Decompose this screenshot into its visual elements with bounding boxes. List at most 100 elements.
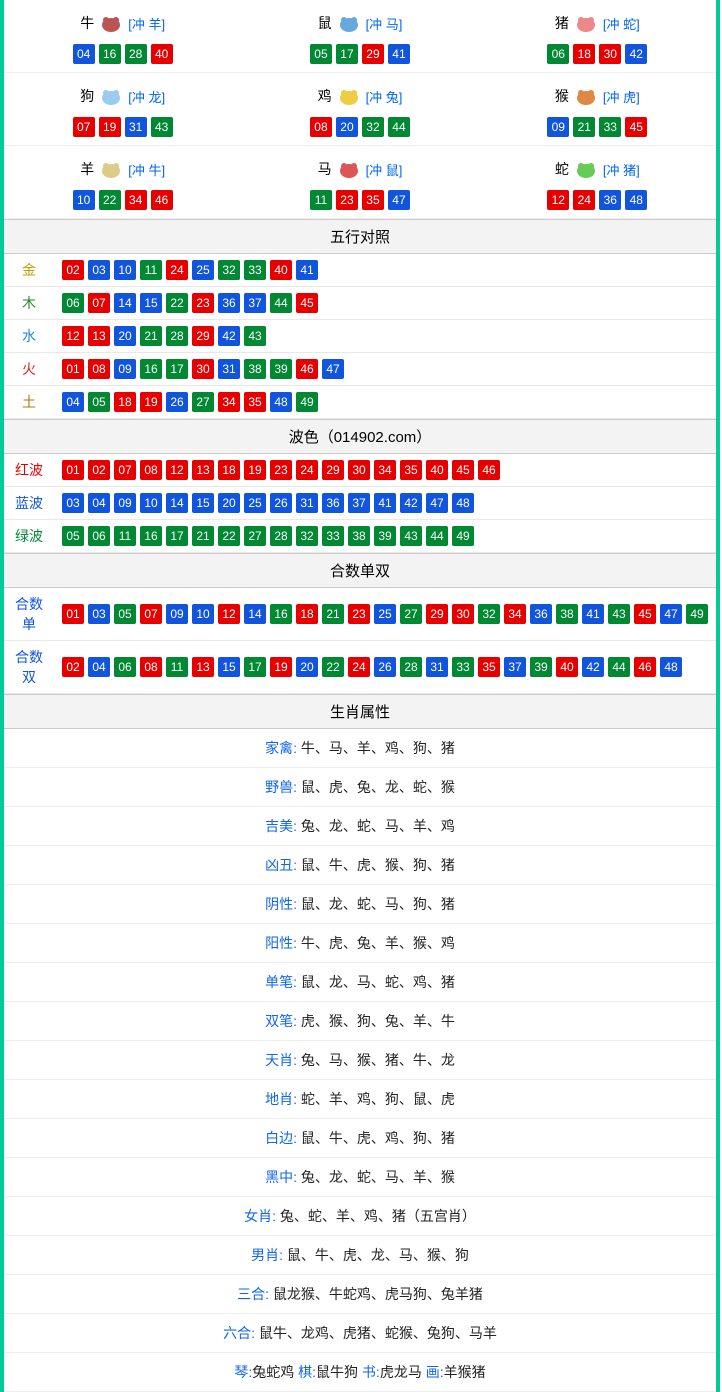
lottery-ball: 30 bbox=[599, 44, 621, 64]
lottery-ball: 09 bbox=[114, 493, 136, 513]
lottery-ball: 36 bbox=[218, 293, 240, 313]
row-label: 土 bbox=[4, 386, 54, 419]
table-row: 蓝波03040910141520252631363741424748 bbox=[4, 487, 716, 520]
attribute-value: 鼠龙猴、牛蛇鸡、虎马狗、兔羊猪 bbox=[273, 1286, 483, 1302]
lottery-ball: 02 bbox=[62, 657, 84, 677]
row-label: 水 bbox=[4, 320, 54, 353]
lottery-ball: 40 bbox=[556, 657, 578, 677]
row-balls: 0204060811131517192022242628313335373940… bbox=[54, 641, 716, 694]
lottery-ball: 07 bbox=[73, 117, 95, 137]
lottery-ball: 26 bbox=[270, 493, 292, 513]
lottery-ball: 44 bbox=[426, 526, 448, 546]
attribute-label: 天肖: bbox=[265, 1052, 301, 1068]
lottery-ball: 16 bbox=[140, 359, 162, 379]
zodiac-balls: 09213345 bbox=[479, 117, 716, 137]
section-header-heshu: 合数单双 bbox=[4, 553, 716, 588]
zodiac-conflict: [冲 龙] bbox=[128, 87, 165, 106]
zodiac-cell: 蛇[冲 猪]12243648 bbox=[479, 146, 716, 219]
lottery-ball: 28 bbox=[270, 526, 292, 546]
lottery-ball: 26 bbox=[374, 657, 396, 677]
lottery-ball: 22 bbox=[218, 526, 240, 546]
attribute-value: 兔、蛇、羊、鸡、猪（五宫肖） bbox=[280, 1208, 476, 1224]
zodiac-icon bbox=[96, 11, 126, 35]
lottery-ball: 01 bbox=[62, 460, 84, 480]
lottery-ball: 29 bbox=[322, 460, 344, 480]
lottery-ball: 06 bbox=[547, 44, 569, 64]
attribute-footer-row: 琴:兔蛇鸡 棋:鼠牛狗 书:虎龙马 画:羊猴猪 bbox=[4, 1353, 716, 1392]
lottery-ball: 47 bbox=[660, 604, 682, 624]
lottery-ball: 07 bbox=[88, 293, 110, 313]
lottery-ball: 33 bbox=[452, 657, 474, 677]
zodiac-grid: 牛[冲 羊]04162840鼠[冲 马]05172941猪[冲 蛇]061830… bbox=[4, 0, 716, 219]
lottery-ball: 20 bbox=[114, 326, 136, 346]
lottery-ball: 12 bbox=[547, 190, 569, 210]
lottery-ball: 32 bbox=[218, 260, 240, 280]
lottery-ball: 49 bbox=[452, 526, 474, 546]
lottery-ball: 44 bbox=[270, 293, 292, 313]
lottery-ball: 46 bbox=[296, 359, 318, 379]
attribute-value: 虎、猴、狗、兔、羊、牛 bbox=[301, 1013, 455, 1029]
lottery-ball: 25 bbox=[374, 604, 396, 624]
lottery-ball: 23 bbox=[270, 460, 292, 480]
zodiac-balls: 06183042 bbox=[479, 44, 716, 64]
row-label: 合数双 bbox=[4, 641, 54, 694]
attribute-row: 阴性: 鼠、龙、蛇、马、狗、猪 bbox=[4, 885, 716, 924]
lottery-ball: 12 bbox=[166, 460, 188, 480]
lottery-ball: 21 bbox=[192, 526, 214, 546]
table-row: 绿波05061116172122272832333839434449 bbox=[4, 520, 716, 553]
attribute-row: 单笔: 鼠、龙、马、蛇、鸡、猪 bbox=[4, 963, 716, 1002]
lottery-ball: 38 bbox=[556, 604, 578, 624]
lottery-ball: 27 bbox=[400, 604, 422, 624]
attribute-label: 凶丑: bbox=[265, 857, 301, 873]
attribute-row: 家禽: 牛、马、羊、鸡、狗、猪 bbox=[4, 729, 716, 768]
lottery-ball: 36 bbox=[322, 493, 344, 513]
lottery-ball: 40 bbox=[270, 260, 292, 280]
lottery-ball: 38 bbox=[244, 359, 266, 379]
lottery-ball: 49 bbox=[296, 392, 318, 412]
attribute-value: 兔、龙、蛇、马、羊、猴 bbox=[301, 1169, 455, 1185]
attribute-label: 阴性: bbox=[265, 896, 301, 912]
lottery-ball: 45 bbox=[625, 117, 647, 137]
zodiac-icon bbox=[571, 157, 601, 181]
lottery-ball: 16 bbox=[140, 526, 162, 546]
lottery-ball: 07 bbox=[114, 460, 136, 480]
lottery-ball: 18 bbox=[296, 604, 318, 624]
lottery-ball: 48 bbox=[660, 657, 682, 677]
lottery-ball: 43 bbox=[244, 326, 266, 346]
lottery-ball: 47 bbox=[388, 190, 410, 210]
lottery-ball: 21 bbox=[322, 604, 344, 624]
lottery-ball: 39 bbox=[270, 359, 292, 379]
attribute-value: 鼠牛、龙鸡、虎猪、蛇猴、兔狗、马羊 bbox=[259, 1325, 497, 1341]
lottery-ball: 22 bbox=[99, 190, 121, 210]
zodiac-conflict: [冲 鼠] bbox=[366, 160, 403, 179]
lottery-ball: 23 bbox=[348, 604, 370, 624]
lottery-ball: 06 bbox=[114, 657, 136, 677]
lottery-ball: 43 bbox=[608, 604, 630, 624]
lottery-ball: 36 bbox=[599, 190, 621, 210]
lottery-ball: 37 bbox=[348, 493, 370, 513]
zodiac-name: 狗 bbox=[80, 86, 94, 106]
table-row: 合数单0103050709101214161821232527293032343… bbox=[4, 588, 716, 641]
lottery-ball: 29 bbox=[362, 44, 384, 64]
lottery-ball: 30 bbox=[348, 460, 370, 480]
zodiac-name: 牛 bbox=[80, 13, 94, 33]
attribute-value: 虎龙马 bbox=[380, 1364, 422, 1380]
lottery-ball: 29 bbox=[426, 604, 448, 624]
lottery-ball: 06 bbox=[62, 293, 84, 313]
lottery-ball: 04 bbox=[73, 44, 95, 64]
lottery-ball: 33 bbox=[322, 526, 344, 546]
zodiac-conflict: [冲 虎] bbox=[603, 87, 640, 106]
attribute-label: 画: bbox=[422, 1364, 444, 1380]
attribute-value: 鼠、牛、虎、龙、马、猴、狗 bbox=[287, 1247, 469, 1263]
table-row: 木06071415222336374445 bbox=[4, 287, 716, 320]
lottery-ball: 19 bbox=[244, 460, 266, 480]
attribute-label: 黑中: bbox=[265, 1169, 301, 1185]
attribute-row: 女肖: 兔、蛇、羊、鸡、猪（五宫肖） bbox=[4, 1197, 716, 1236]
lottery-ball: 02 bbox=[62, 260, 84, 280]
lottery-ball: 37 bbox=[244, 293, 266, 313]
lottery-ball: 08 bbox=[140, 460, 162, 480]
lottery-ball: 43 bbox=[400, 526, 422, 546]
row-balls: 1213202128294243 bbox=[54, 320, 716, 353]
lottery-ball: 21 bbox=[140, 326, 162, 346]
attribute-label: 白边: bbox=[265, 1130, 301, 1146]
